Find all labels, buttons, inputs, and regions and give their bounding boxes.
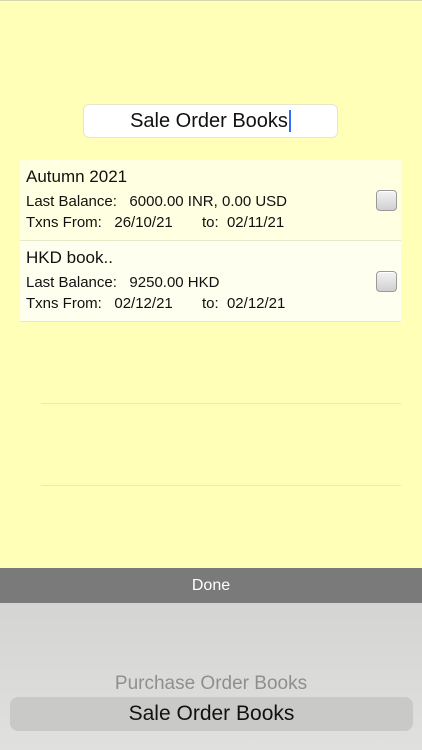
balance-value: 6000.00 INR, 0.00 USD <box>129 193 288 210</box>
book-type-field[interactable]: Sale Order Books <box>83 104 338 138</box>
from-date: 26/10/21 <box>114 214 173 231</box>
list-item[interactable]: HKD book.. Last Balance: 9250.00 HKD Txn… <box>20 241 401 322</box>
select-checkbox[interactable] <box>376 190 397 211</box>
empty-row-divider <box>41 403 401 404</box>
book-type-value: Sale Order Books <box>130 109 288 132</box>
to-label: to: <box>201 214 219 231</box>
balance-line: Last Balance: 6000.00 INR, 0.00 USD <box>26 193 287 210</box>
date-range-line: Txns From: 02/12/21 to: 02/12/21 <box>26 295 285 312</box>
to-date: 02/11/21 <box>226 214 285 231</box>
balance-label: Last Balance: <box>26 193 117 210</box>
book-list: Autumn 2021 Last Balance: 6000.00 INR, 0… <box>20 160 401 322</box>
book-name: Autumn 2021 <box>26 167 128 186</box>
from-date: 02/12/21 <box>114 295 173 312</box>
book-name: HKD book.. <box>26 248 113 267</box>
list-item[interactable]: Autumn 2021 Last Balance: 6000.00 INR, 0… <box>20 160 401 241</box>
date-range-line: Txns From: 26/10/21 to: 02/11/21 <box>26 214 284 231</box>
to-date: 02/12/21 <box>226 295 286 312</box>
balance-label: Last Balance: <box>26 274 117 291</box>
text-caret <box>288 110 291 132</box>
empty-row-divider <box>41 485 401 486</box>
to-label: to: <box>201 295 219 312</box>
book-type-picker[interactable]: Purchase Order Books Sale Order Books <box>0 603 422 750</box>
from-label: Txns From: <box>26 295 102 312</box>
from-label: Txns From: <box>26 214 102 231</box>
picker-option[interactable]: Purchase Order Books <box>0 673 422 695</box>
picker-toolbar: Done <box>0 568 422 603</box>
balance-line: Last Balance: 9250.00 HKD <box>26 274 219 291</box>
done-button[interactable]: Done <box>192 577 230 595</box>
balance-value: 9250.00 HKD <box>129 274 220 291</box>
picker-selected-option[interactable]: Sale Order Books <box>10 697 413 731</box>
select-checkbox[interactable] <box>376 271 397 292</box>
top-divider <box>0 0 422 1</box>
